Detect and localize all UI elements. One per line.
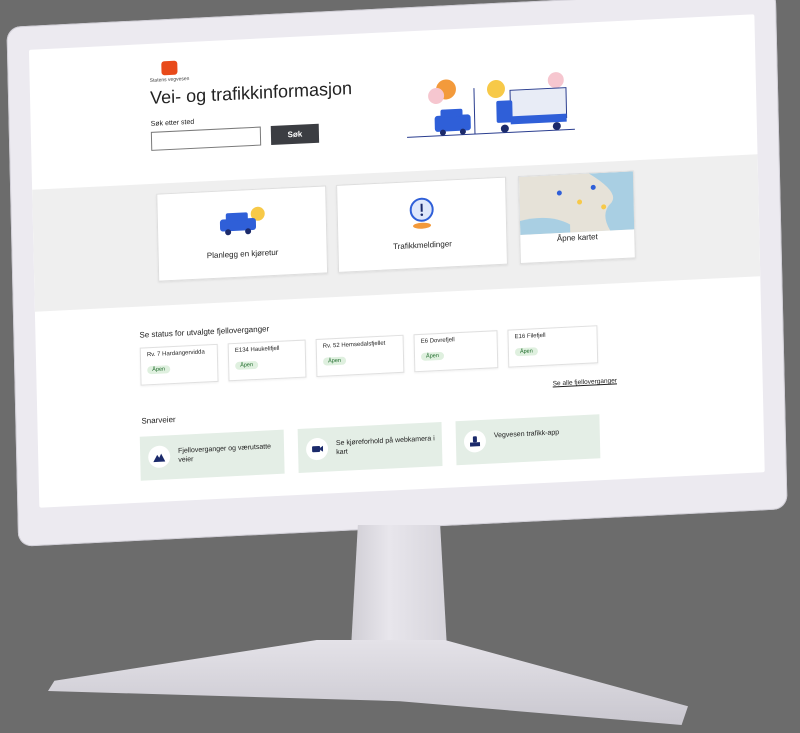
see-all-link[interactable]: Se alle fjelloverganger (553, 377, 617, 387)
card-plan-trip[interactable]: Planlegg en kjøretur (156, 185, 329, 282)
search-label: Søk etter sted (150, 118, 195, 128)
status-badge: Åpen (323, 356, 347, 366)
pass-name: E16 Filefjell (514, 332, 546, 341)
shortcut-label: Se kjøreforhold på webkamera i kart (335, 435, 435, 457)
shortcuts-title: Snarveier (141, 414, 176, 426)
mountain-pass-card[interactable]: E16 Filefjell Åpen (507, 325, 599, 368)
card-open-map[interactable]: Åpne kartet (517, 170, 636, 264)
pass-name: E6 Dovrefjell (420, 337, 455, 345)
status-badge: Åpen (420, 351, 444, 361)
mountain-pass-card[interactable]: Rv. 7 Hardangervidda Åpen (139, 343, 219, 386)
icon-circle (305, 437, 329, 461)
logo-text: Statens vegvesen (149, 75, 190, 84)
shortcut-label: Vegvesen trafikk-app (493, 429, 560, 440)
camera-icon (312, 445, 324, 453)
statens-vegvesen-logo[interactable]: Statens vegvesen (149, 60, 189, 84)
mountain-pass-card[interactable]: E6 Dovrefjell Åpen (413, 330, 499, 373)
primary-links-band: Planlegg en kjøretur Trafikkmeldinger Åp… (32, 154, 761, 312)
hero-illustration (407, 72, 575, 138)
shortcut-traffic-app[interactable]: Vegvesen trafikk-app (455, 414, 601, 466)
car-icon (219, 206, 265, 236)
shortcut-webcam[interactable]: Se kjøreforhold på webkamera i kart (297, 421, 443, 473)
phone-app-icon (469, 436, 481, 447)
icon-circle (463, 429, 487, 453)
web-page: Statens vegvesen Vei- og trafikkinformas… (28, 14, 765, 508)
mountain-pass-card[interactable]: Rv. 52 Hemsedalsfjellet Åpen (315, 334, 405, 378)
card-label: Planlegg en kjøretur (206, 247, 279, 261)
status-badge: Åpen (147, 365, 171, 375)
alert-pin-icon (409, 197, 434, 229)
search-button[interactable]: Søk (270, 123, 320, 146)
monitor-frame: Statens vegvesen Vei- og trafikkinformas… (6, 0, 788, 547)
card-label: Trafikkmeldinger (392, 239, 452, 252)
status-badge: Åpen (514, 347, 538, 357)
icon-circle (147, 445, 171, 469)
map-icon (518, 171, 635, 235)
pass-name: Rv. 52 Hemsedalsfjellet (322, 340, 386, 350)
page-title: Vei- og trafikkinformasjon (149, 78, 353, 108)
card-traffic-messages[interactable]: Trafikkmeldinger (336, 176, 508, 273)
shortcut-mountain-passes[interactable]: Fjelloverganger og værutsatte veier (139, 429, 285, 481)
pass-name: E134 Haukelifjell (234, 345, 280, 354)
pass-name: Rv. 7 Hardangervidda (146, 349, 205, 359)
search-input[interactable] (150, 126, 262, 151)
status-badge: Åpen (235, 360, 259, 370)
shortcut-label: Fjelloverganger og værutsatte veier (178, 443, 272, 464)
mountain-pass-card[interactable]: E134 Haukelifjell Åpen (227, 339, 307, 382)
logo-mark-icon (161, 60, 178, 76)
mountain-passes-title: Se status for utvalgte fjelloverganger (139, 324, 270, 340)
mountain-icon (153, 453, 166, 463)
monitor-stand-base (48, 640, 688, 725)
